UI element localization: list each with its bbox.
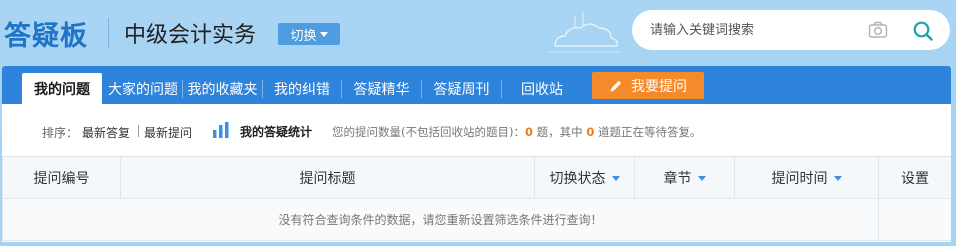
sort-latest-reply-link[interactable]: 最新答复 — [82, 124, 130, 141]
ask-question-label: 我要提问 — [631, 78, 687, 95]
table-header-row: 提问编号 提问标题 切换状态 章节 提问时间 设置 — [2, 156, 951, 199]
stats-suffix: 道题正在等待答复。 — [597, 125, 702, 139]
subject-title: 中级会计实务 — [124, 23, 257, 48]
page-header: 答疑板 中级会计实务 切换 — [0, 0, 956, 66]
column-header-title: 提问标题 — [120, 156, 535, 199]
brand-logo[interactable]: 答疑板 — [4, 14, 88, 53]
column-header-time[interactable]: 提问时间 — [734, 156, 879, 199]
sort-divider — [138, 125, 139, 137]
cloud-decoration-icon — [549, 12, 621, 53]
tab-corrections[interactable]: 我的纠错 — [263, 73, 341, 104]
table-row: 没有符合查询条件的数据，请您重新设置筛选条件进行查询！ — [2, 198, 951, 241]
tab-weekly-digest[interactable]: 答疑周刊 — [422, 73, 501, 104]
search-input[interactable] — [650, 20, 870, 40]
stats-prefix: 您的提问数量(不包括回收站的题目)： — [332, 125, 525, 139]
search-box — [632, 10, 950, 50]
dropdown-caret-icon[interactable] — [833, 176, 842, 181]
switch-subject-label: 切换 — [290, 28, 317, 44]
stats-title: 我的答疑统计 — [240, 125, 313, 139]
tab-bar: 我的问题 大家的问题 我的收藏夹 我的纠错 答疑精华 答疑周刊 回收站 我要提问 — [2, 66, 951, 104]
question-count: 0 — [524, 125, 533, 139]
empty-settings-cell — [878, 198, 951, 241]
bar-chart-icon — [213, 122, 229, 138]
column-header-settings: 设置 — [878, 156, 951, 199]
filter-bar: 排序： 最新答复 最新提问 我的答疑统计 您的提问数量(不包括回收站的题目)：0… — [2, 104, 951, 156]
column-header-status[interactable]: 切换状态 — [534, 156, 635, 199]
tab-featured-answers[interactable]: 答疑精华 — [342, 73, 421, 104]
pending-count: 0 — [586, 125, 595, 139]
questions-table: 提问编号 提问标题 切换状态 章节 提问时间 设置 没有符合查询条件的数据，请您… — [2, 156, 951, 241]
dropdown-caret-icon[interactable] — [611, 176, 620, 181]
caret-down-icon — [319, 31, 328, 37]
sort-label: 排序： — [42, 126, 79, 140]
pencil-icon — [610, 80, 622, 91]
sort-latest-question-link[interactable]: 最新提问 — [144, 124, 192, 141]
camera-icon[interactable] — [868, 21, 888, 39]
search-icon[interactable] — [912, 20, 934, 42]
column-header-chapter[interactable]: 章节 — [634, 156, 735, 199]
empty-table-message: 没有符合查询条件的数据，请您重新设置筛选条件进行查询！ — [2, 198, 879, 241]
tab-recycle-bin[interactable]: 回收站 — [502, 73, 582, 104]
main-panel: 我的问题 大家的问题 我的收藏夹 我的纠错 答疑精华 答疑周刊 回收站 我要提问… — [2, 66, 951, 246]
switch-subject-button[interactable]: 切换 — [278, 23, 340, 45]
dropdown-caret-icon[interactable] — [697, 176, 706, 181]
bottom-strip — [0, 242, 956, 246]
header-divider — [108, 18, 109, 48]
ask-question-button[interactable]: 我要提问 — [592, 72, 704, 99]
column-header-id: 提问编号 — [2, 156, 121, 199]
tab-my-questions[interactable]: 我的问题 — [22, 73, 102, 104]
tab-all-questions[interactable]: 大家的问题 — [104, 73, 182, 104]
tab-favorites[interactable]: 我的收藏夹 — [183, 73, 262, 104]
stats-middle: 题，其中 — [536, 125, 583, 139]
stats-summary: 您的提问数量(不包括回收站的题目)：0 题，其中 0 道题正在等待答复。 — [332, 124, 701, 140]
